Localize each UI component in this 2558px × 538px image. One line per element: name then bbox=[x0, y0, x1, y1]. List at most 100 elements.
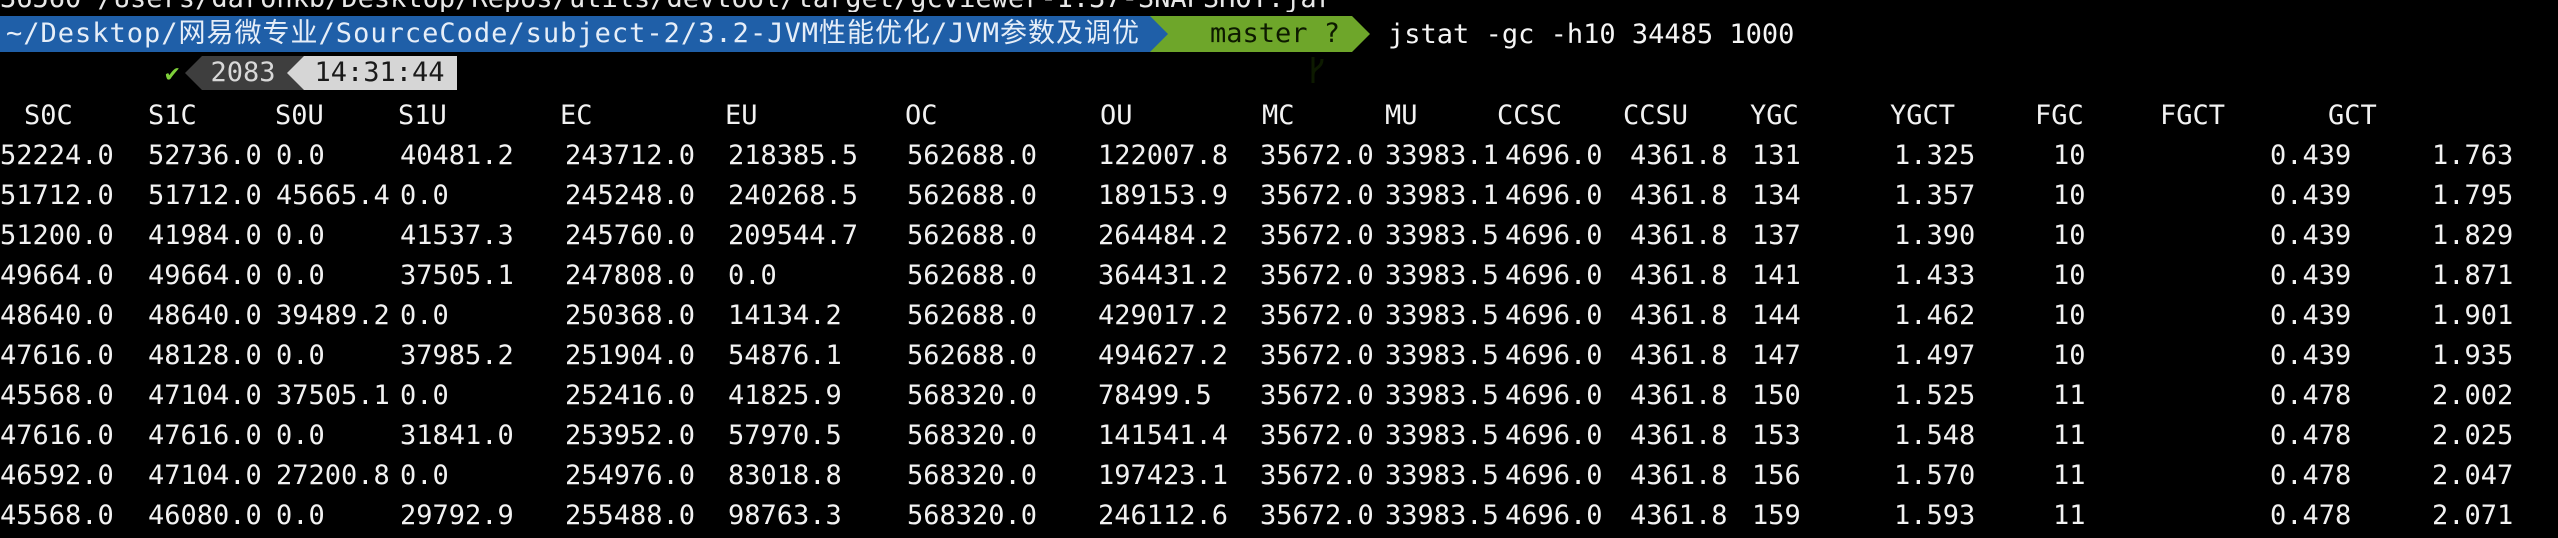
table-cell: 1.433 bbox=[1894, 260, 1976, 291]
table-cell: 4361.8 bbox=[1630, 380, 1728, 411]
table-cell: 35672.0 bbox=[1260, 500, 1374, 531]
table-cell: 0.478 bbox=[2270, 460, 2352, 491]
table-cell: 37985.2 bbox=[400, 340, 514, 371]
command-text[interactable]: jstat -gc -h10 34485 1000 bbox=[1388, 19, 1794, 50]
table-cell: 253952.0 bbox=[565, 420, 696, 451]
table-cell: 52736.0 bbox=[148, 140, 262, 171]
column-header: CCSU bbox=[1623, 100, 1689, 131]
column-header: MC bbox=[1262, 100, 1295, 131]
table-cell: 41537.3 bbox=[400, 220, 514, 251]
table-cell: 0.439 bbox=[2270, 340, 2352, 371]
table-cell: 1.593 bbox=[1894, 500, 1976, 531]
table-cell: 562688.0 bbox=[907, 260, 1038, 291]
table-cell: 33983.1 bbox=[1385, 180, 1499, 211]
table-cell: 2.071 bbox=[2432, 500, 2514, 531]
table-cell: 122007.8 bbox=[1098, 140, 1229, 171]
table-cell: 0.439 bbox=[2270, 260, 2352, 291]
shell-prompt: ~/Desktop/网易微专业/SourceCode/subject-2/3.2… bbox=[0, 16, 1794, 83]
table-cell: 39489.2 bbox=[276, 300, 390, 331]
table-cell: 54876.1 bbox=[728, 340, 842, 371]
table-cell: 0.0 bbox=[400, 460, 449, 491]
table-cell: 0.439 bbox=[2270, 180, 2352, 211]
table-cell: 1.901 bbox=[2432, 300, 2514, 331]
column-header: MU bbox=[1385, 100, 1418, 131]
table-cell: 4696.0 bbox=[1505, 180, 1603, 211]
table-cell: 1.829 bbox=[2432, 220, 2514, 251]
table-cell: 45568.0 bbox=[0, 380, 114, 411]
column-header: OU bbox=[1100, 100, 1133, 131]
table-cell: 150 bbox=[1752, 380, 1801, 411]
table-cell: 2.002 bbox=[2432, 380, 2514, 411]
column-header: EU bbox=[725, 100, 758, 131]
table-cell: 4361.8 bbox=[1630, 460, 1728, 491]
column-header: S0C bbox=[24, 100, 73, 131]
table-cell: 35672.0 bbox=[1260, 420, 1374, 451]
table-cell: 0.0 bbox=[276, 420, 325, 451]
table-cell: 246112.6 bbox=[1098, 500, 1229, 531]
table-cell: 141541.4 bbox=[1098, 420, 1229, 451]
table-cell: 2.025 bbox=[2432, 420, 2514, 451]
git-branch-icon bbox=[1178, 19, 1324, 83]
table-cell: 1.325 bbox=[1894, 140, 1976, 171]
table-cell: 35672.0 bbox=[1260, 380, 1374, 411]
table-cell: 243712.0 bbox=[565, 140, 696, 171]
table-cell: 1.497 bbox=[1894, 340, 1976, 371]
table-cell: 51712.0 bbox=[0, 180, 114, 211]
table-cell: 47616.0 bbox=[0, 340, 114, 371]
table-cell: 0.439 bbox=[2270, 220, 2352, 251]
table-cell: 45568.0 bbox=[0, 500, 114, 531]
table-cell: 1.871 bbox=[2432, 260, 2514, 291]
table-cell: 147 bbox=[1752, 340, 1801, 371]
column-header: FGC bbox=[2035, 100, 2084, 131]
table-cell: 37505.1 bbox=[276, 380, 390, 411]
table-cell: 141 bbox=[1752, 260, 1801, 291]
table-cell: 4361.8 bbox=[1630, 260, 1728, 291]
table-cell: 14134.2 bbox=[728, 300, 842, 331]
table-cell: 33983.5 bbox=[1385, 260, 1499, 291]
table-cell: 240268.5 bbox=[728, 180, 859, 211]
table-cell: 247808.0 bbox=[565, 260, 696, 291]
table-cell: 364431.2 bbox=[1098, 260, 1229, 291]
table-cell: 11 bbox=[2053, 460, 2086, 491]
table-cell: 33983.5 bbox=[1385, 340, 1499, 371]
table-cell: 48128.0 bbox=[148, 340, 262, 371]
table-cell: 245248.0 bbox=[565, 180, 696, 211]
column-header: S0U bbox=[275, 100, 324, 131]
table-cell: 0.0 bbox=[276, 220, 325, 251]
table-cell: 251904.0 bbox=[565, 340, 696, 371]
table-cell: 0.0 bbox=[276, 140, 325, 171]
table-cell: 46592.0 bbox=[0, 460, 114, 491]
table-cell: 33983.5 bbox=[1385, 420, 1499, 451]
table-cell: 255488.0 bbox=[565, 500, 696, 531]
table-cell: 4696.0 bbox=[1505, 340, 1603, 371]
table-cell: 4696.0 bbox=[1505, 460, 1603, 491]
table-cell: 4361.8 bbox=[1630, 180, 1728, 211]
table-cell: 197423.1 bbox=[1098, 460, 1229, 491]
prompt-time: 14:31:44 bbox=[304, 56, 457, 90]
table-cell: 49664.0 bbox=[0, 260, 114, 291]
table-cell: 562688.0 bbox=[907, 140, 1038, 171]
table-cell: 47616.0 bbox=[148, 420, 262, 451]
table-cell: 10 bbox=[2053, 180, 2086, 211]
table-cell: 35672.0 bbox=[1260, 340, 1374, 371]
table-cell: 429017.2 bbox=[1098, 300, 1229, 331]
table-cell: 568320.0 bbox=[907, 460, 1038, 491]
history-number: 2083 bbox=[202, 56, 288, 90]
powerline-separator bbox=[287, 56, 305, 90]
table-cell: 1.548 bbox=[1894, 420, 1976, 451]
table-cell: 0.0 bbox=[276, 500, 325, 531]
table-cell: 0.0 bbox=[400, 380, 449, 411]
table-cell: 10 bbox=[2053, 300, 2086, 331]
table-cell: 35672.0 bbox=[1260, 220, 1374, 251]
table-cell: 10 bbox=[2053, 260, 2086, 291]
table-cell: 29792.9 bbox=[400, 500, 514, 531]
table-cell: 33983.5 bbox=[1385, 380, 1499, 411]
table-cell: 52224.0 bbox=[0, 140, 114, 171]
table-cell: 37505.1 bbox=[400, 260, 514, 291]
table-cell: 562688.0 bbox=[907, 220, 1038, 251]
terminal-window[interactable]: 36560 /Users/daronkb/Desktop/Repos/utils… bbox=[0, 0, 2558, 538]
table-cell: 47616.0 bbox=[0, 420, 114, 451]
table-cell: 134 bbox=[1752, 180, 1801, 211]
table-cell: 144 bbox=[1752, 300, 1801, 331]
table-cell: 33983.5 bbox=[1385, 460, 1499, 491]
